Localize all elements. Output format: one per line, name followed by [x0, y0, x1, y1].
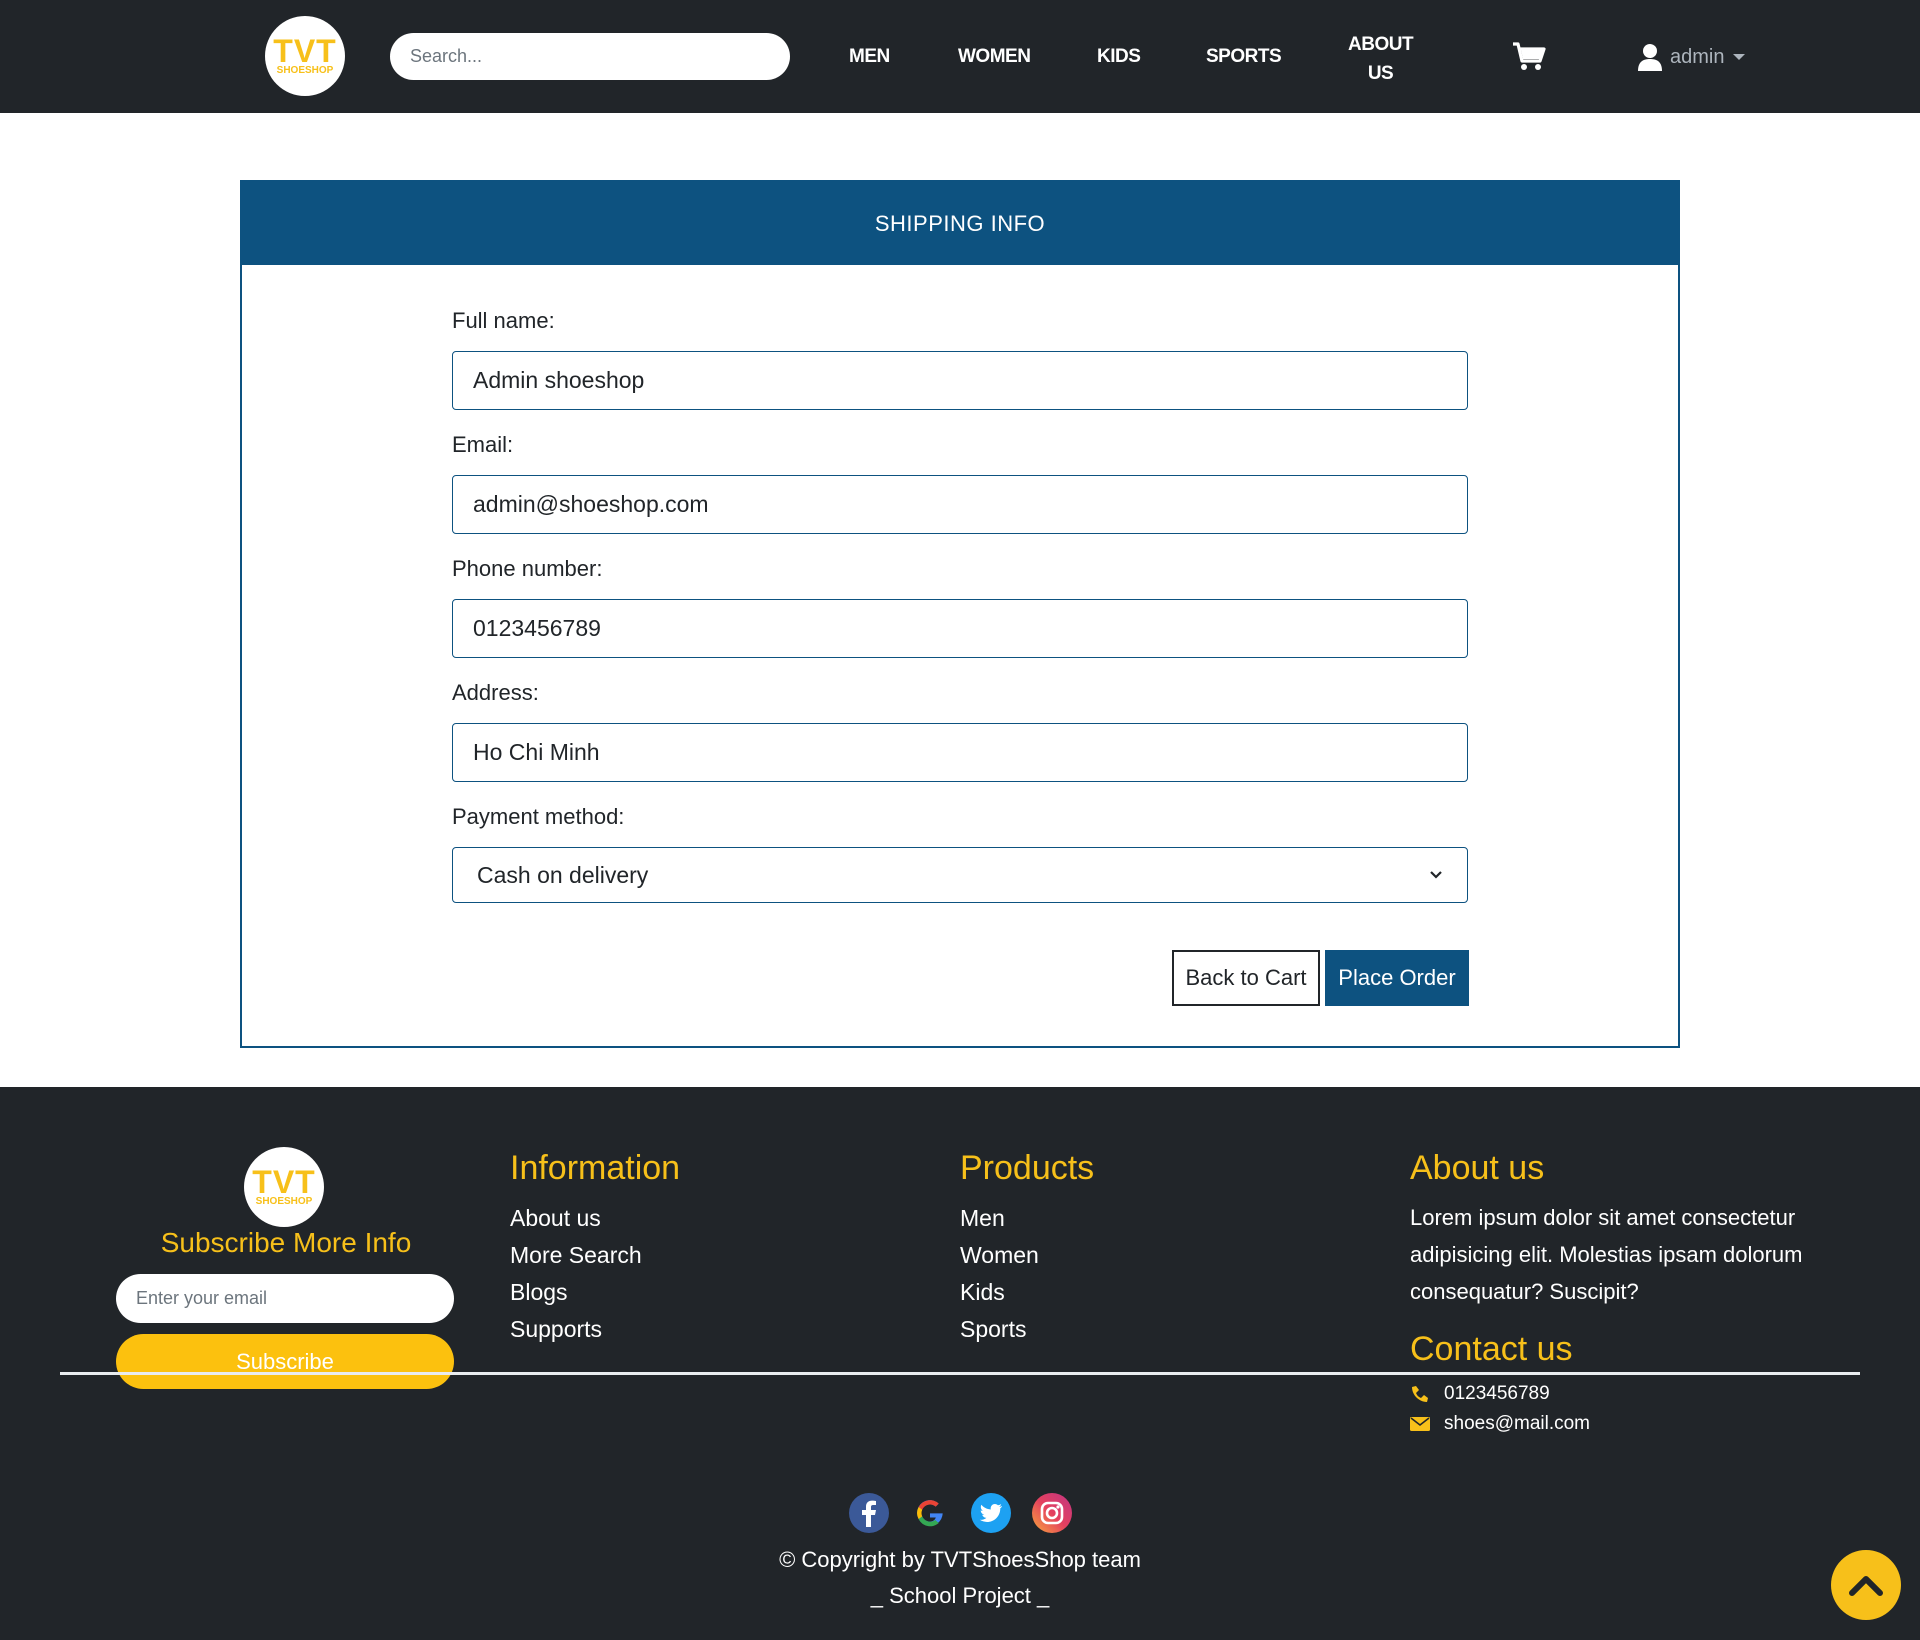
social-links: [849, 1493, 1072, 1533]
contact-email: shoes@mail.com: [1444, 1413, 1590, 1434]
information-title: Information: [510, 1149, 681, 1187]
footer-logo-text: TVT: [252, 1164, 316, 1200]
contact-phone-row: 0123456789: [1410, 1383, 1550, 1405]
user-name: admin: [1670, 45, 1725, 68]
facebook-icon[interactable]: [849, 1493, 889, 1533]
user-icon: [1638, 44, 1662, 71]
chevron-up-icon: [1849, 1576, 1883, 1596]
navbar: TVT SHOESHOP MEN WOMEN KIDS SPORTS ABOUT…: [0, 0, 1920, 113]
footer-link-men[interactable]: Men: [960, 1205, 1005, 1232]
google-icon[interactable]: [910, 1493, 950, 1533]
back-to-cart-button[interactable]: Back to Cart: [1172, 950, 1320, 1006]
contact-us-title: Contact us: [1410, 1330, 1573, 1368]
shipping-card: SHIPPING INFO Full name: Email: Phone nu…: [240, 180, 1680, 1048]
payment-method-select[interactable]: Cash on delivery: [452, 847, 1468, 903]
search-input[interactable]: [390, 33, 790, 80]
footer-link-kids[interactable]: Kids: [960, 1279, 1005, 1306]
footer-link-blogs[interactable]: Blogs: [510, 1279, 568, 1306]
footer-link-supports[interactable]: Supports: [510, 1316, 602, 1343]
footer-divider: [60, 1372, 1860, 1375]
email-label: Email:: [452, 432, 514, 457]
about-us-text: Lorem ipsum dolor sit amet consectetur a…: [1410, 1205, 1803, 1304]
contact-email-row: shoes@mail.com: [1410, 1413, 1590, 1435]
phone-field[interactable]: [452, 599, 1468, 658]
shipping-title: SHIPPING INFO: [242, 182, 1678, 265]
nav-link-sports[interactable]: SPORTS: [1206, 46, 1282, 68]
phone-icon: [1412, 1386, 1428, 1402]
footer-link-women[interactable]: Women: [960, 1242, 1039, 1269]
twitter-icon[interactable]: [971, 1493, 1011, 1533]
logo-text: TVT: [273, 33, 337, 69]
nav-link-about-us[interactable]: ABOUT US: [1348, 30, 1414, 88]
contact-phone: 0123456789: [1444, 1383, 1550, 1404]
subscribe-title: Subscribe More Info: [160, 1227, 412, 1258]
envelope-icon: [1410, 1417, 1430, 1431]
subscribe-email-input[interactable]: [116, 1274, 454, 1323]
instagram-icon[interactable]: [1032, 1493, 1072, 1533]
address-field[interactable]: [452, 723, 1468, 782]
chevron-down-icon: [1430, 871, 1442, 879]
copyright-text: © Copyright by TVTShoesShop team: [779, 1547, 1141, 1572]
full-name-field[interactable]: [452, 351, 1468, 410]
footer-logo-subtext: SHOESHOP: [255, 1196, 313, 1207]
payment-method-value: Cash on delivery: [477, 861, 649, 888]
nav-link-kids[interactable]: KIDS: [1097, 46, 1141, 68]
email-field[interactable]: [452, 475, 1468, 534]
payment-label: Payment method:: [452, 804, 625, 829]
logo-subtext: SHOESHOP: [276, 65, 334, 76]
cart-icon[interactable]: [1512, 42, 1546, 72]
brand-logo[interactable]: TVT SHOESHOP: [265, 16, 345, 96]
footer-logo[interactable]: TVT SHOESHOP: [244, 1147, 324, 1227]
address-label: Address:: [452, 680, 539, 705]
products-title: Products: [960, 1149, 1095, 1187]
footer: TVT SHOESHOP Subscribe More Info Subscri…: [0, 1087, 1920, 1640]
nav-about-line2: US: [1367, 63, 1394, 84]
about-us-title: About us: [1410, 1149, 1545, 1187]
school-project-text: _ School Project _: [870, 1583, 1050, 1608]
footer-link-sports[interactable]: Sports: [960, 1316, 1026, 1343]
full-name-label: Full name:: [452, 308, 555, 333]
footer-link-more-search[interactable]: More Search: [510, 1242, 642, 1269]
footer-link-about-us[interactable]: About us: [510, 1205, 601, 1232]
phone-label: Phone number:: [452, 556, 603, 581]
user-menu[interactable]: admin: [1638, 40, 1746, 74]
nav-about-line1: ABOUT: [1348, 34, 1414, 55]
chevron-down-icon: [1733, 54, 1746, 60]
place-order-button[interactable]: Place Order: [1325, 950, 1469, 1006]
nav-link-women[interactable]: WOMEN: [958, 46, 1031, 68]
subscribe-button[interactable]: Subscribe: [116, 1334, 454, 1389]
nav-link-men[interactable]: MEN: [849, 46, 890, 68]
scroll-to-top-button[interactable]: [1831, 1550, 1901, 1620]
